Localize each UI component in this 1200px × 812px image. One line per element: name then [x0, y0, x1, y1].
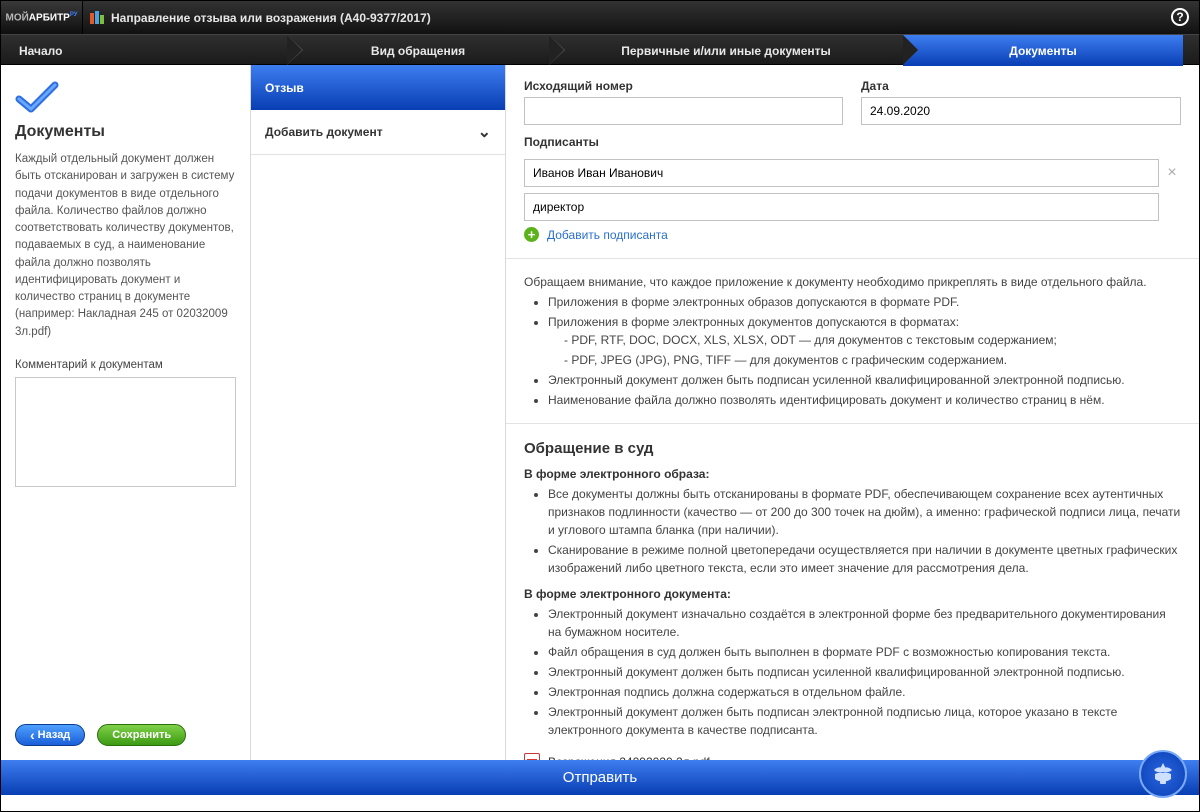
- save-button[interactable]: Сохранить: [97, 724, 186, 746]
- section-heading: Обращение в суд: [524, 440, 1181, 457]
- doc-color-icon: [89, 10, 105, 26]
- page-title-text: Направление отзыва или возражения (А40-9…: [111, 11, 431, 25]
- left-heading: Документы: [15, 123, 236, 141]
- back-button[interactable]: Назад: [15, 724, 85, 746]
- logo[interactable]: МОЙАРБИТРРУ: [1, 1, 83, 34]
- emblem-icon: [1139, 750, 1187, 798]
- info-doc: Электронный документ изначально создаётс…: [524, 605, 1181, 739]
- signer-name-input[interactable]: [524, 159, 1159, 187]
- step-type[interactable]: Вид обращения: [287, 35, 549, 66]
- checkmark-icon: [15, 79, 59, 115]
- mid-column: Отзыв Добавить документ ⌄: [251, 65, 506, 760]
- main: Документы Каждый отдельный документ долж…: [1, 65, 1199, 760]
- left-buttons: Назад Сохранить: [15, 706, 236, 746]
- plus-icon: +: [524, 227, 539, 242]
- attached-file[interactable]: Возражения 24092020 2л.pdf: [524, 753, 1181, 760]
- date-label: Дата: [861, 79, 1181, 93]
- info-image: Все документы должны быть отсканированы …: [524, 485, 1181, 577]
- left-column: Документы Каждый отдельный документ долж…: [1, 65, 251, 760]
- tab-add-document[interactable]: Добавить документ ⌄: [251, 110, 505, 155]
- divider: [506, 258, 1199, 259]
- out-number-input[interactable]: [524, 97, 843, 125]
- remove-signer-icon[interactable]: ×: [1163, 164, 1181, 182]
- divider: [506, 423, 1199, 424]
- info-block-1: Обращаем внимание, что каждое приложение…: [524, 273, 1181, 409]
- step-start[interactable]: Начало: [1, 35, 287, 66]
- comment-textarea[interactable]: [15, 377, 236, 487]
- step-primary[interactable]: Первичные и/или иные документы: [549, 35, 903, 66]
- right-column: Исходящий номер Дата Подписанты × +: [506, 65, 1199, 760]
- left-desc: Каждый отдельный документ должен быть от…: [15, 151, 236, 341]
- tab-review[interactable]: Отзыв: [251, 65, 505, 110]
- out-number-label: Исходящий номер: [524, 79, 843, 93]
- sub-heading-doc: В форме электронного документа:: [524, 587, 1181, 601]
- step-documents[interactable]: Документы: [903, 35, 1183, 66]
- help-icon[interactable]: ?: [1171, 8, 1189, 26]
- top-bar: МОЙАРБИТРРУ Направление отзыва или возра…: [1, 1, 1199, 34]
- comment-label: Комментарий к документам: [15, 359, 236, 371]
- signer-label: Подписанты: [524, 135, 1181, 149]
- step-nav: Начало Вид обращения Первичные и/или ины…: [1, 34, 1199, 65]
- send-button[interactable]: Отправить: [1, 760, 1199, 795]
- date-input[interactable]: [861, 97, 1181, 125]
- page-title: Направление отзыва или возражения (А40-9…: [83, 10, 431, 26]
- signer-position-input[interactable]: [524, 193, 1159, 221]
- add-signer-link[interactable]: + Добавить подписанта: [524, 227, 1181, 252]
- pdf-icon: [524, 753, 540, 760]
- sub-heading-image: В форме электронного образа:: [524, 467, 1181, 481]
- logo-text: МОЙАРБИТРРУ: [6, 12, 78, 23]
- chevron-down-icon: ⌄: [478, 122, 491, 142]
